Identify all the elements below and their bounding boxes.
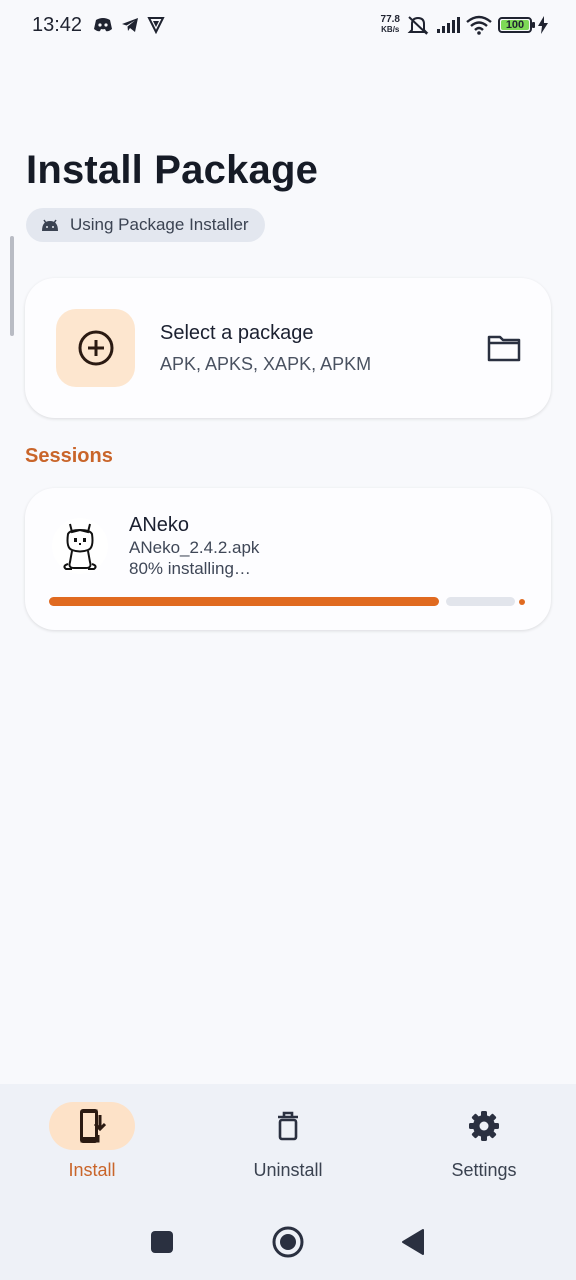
session-status: 80% installing… [129,559,251,578]
scroll-indicator[interactable] [10,236,14,336]
install-icon [80,1109,106,1143]
battery-icon: 100 [498,17,535,33]
installer-chip[interactable]: Using Package Installer [26,208,265,242]
browse-folder-button[interactable] [487,334,521,367]
nav-install-label: Install [68,1160,116,1180]
vpn-icon [147,17,165,34]
trash-icon [278,1111,298,1141]
mute-icon [407,16,429,35]
notification-icons [93,16,165,34]
page-title: Install Package [26,148,319,192]
nav-settings[interactable]: Settings [404,1102,564,1181]
neko-cat-icon [63,523,97,570]
select-package-title: Select a package [160,322,314,344]
nav-uninstall-label: Uninstall [253,1160,323,1180]
progress-remaining [446,597,515,606]
network-speed: 77.8 KB/s [381,15,400,35]
nav-uninstall[interactable]: Uninstall [208,1102,368,1181]
nav-settings-label: Settings [451,1160,517,1180]
wifi-icon [466,15,492,35]
square-icon [151,1231,173,1253]
android-icon [42,219,58,231]
bottom-navigation: Install Uninstall Settings [0,1084,576,1204]
add-package-button[interactable] [56,309,135,387]
home-button[interactable] [271,1225,305,1259]
gear-icon [469,1111,499,1141]
installer-chip-label: Using Package Installer [70,215,249,234]
system-icons: 77.8 KB/s 100 [381,14,548,36]
nav-settings-pill[interactable] [441,1102,527,1150]
home-circle-icon [272,1226,304,1258]
telegram-icon [122,18,138,32]
system-navigation-bar [0,1204,576,1280]
nav-install-pill[interactable] [49,1102,135,1150]
status-bar: 13:42 77.8 KB/s 100 [0,0,576,56]
recents-button[interactable] [150,1230,174,1254]
session-item[interactable]: ANeko ANeko_2.4.2.apk 80% installing… [25,488,551,630]
folder-icon [487,335,521,362]
nav-uninstall-pill[interactable] [245,1102,331,1150]
progress-end-dot [519,598,525,605]
speed-value: 77.8 [380,14,400,25]
select-package-card[interactable]: Select a package APK, APKS, XAPK, APKM [25,278,551,418]
install-progress-bar [49,597,525,606]
signal-icon [437,17,460,33]
battery-level: 100 [501,20,529,31]
back-button[interactable] [401,1228,427,1256]
discord-icon [94,18,112,32]
speed-unit: KB/s [381,25,400,34]
back-triangle-icon [402,1229,424,1255]
nav-install[interactable]: Install [12,1102,172,1181]
sessions-heading: Sessions [25,445,113,467]
supported-formats: APK, APKS, XAPK, APKM [160,354,372,374]
add-circle-icon [78,330,113,366]
session-file-name: ANeko_2.4.2.apk [129,538,260,557]
app-icon [52,518,108,574]
status-time: 13:42 [32,14,83,36]
session-app-name: ANeko [129,514,190,536]
progress-fill [49,597,439,606]
charging-icon [538,16,548,34]
